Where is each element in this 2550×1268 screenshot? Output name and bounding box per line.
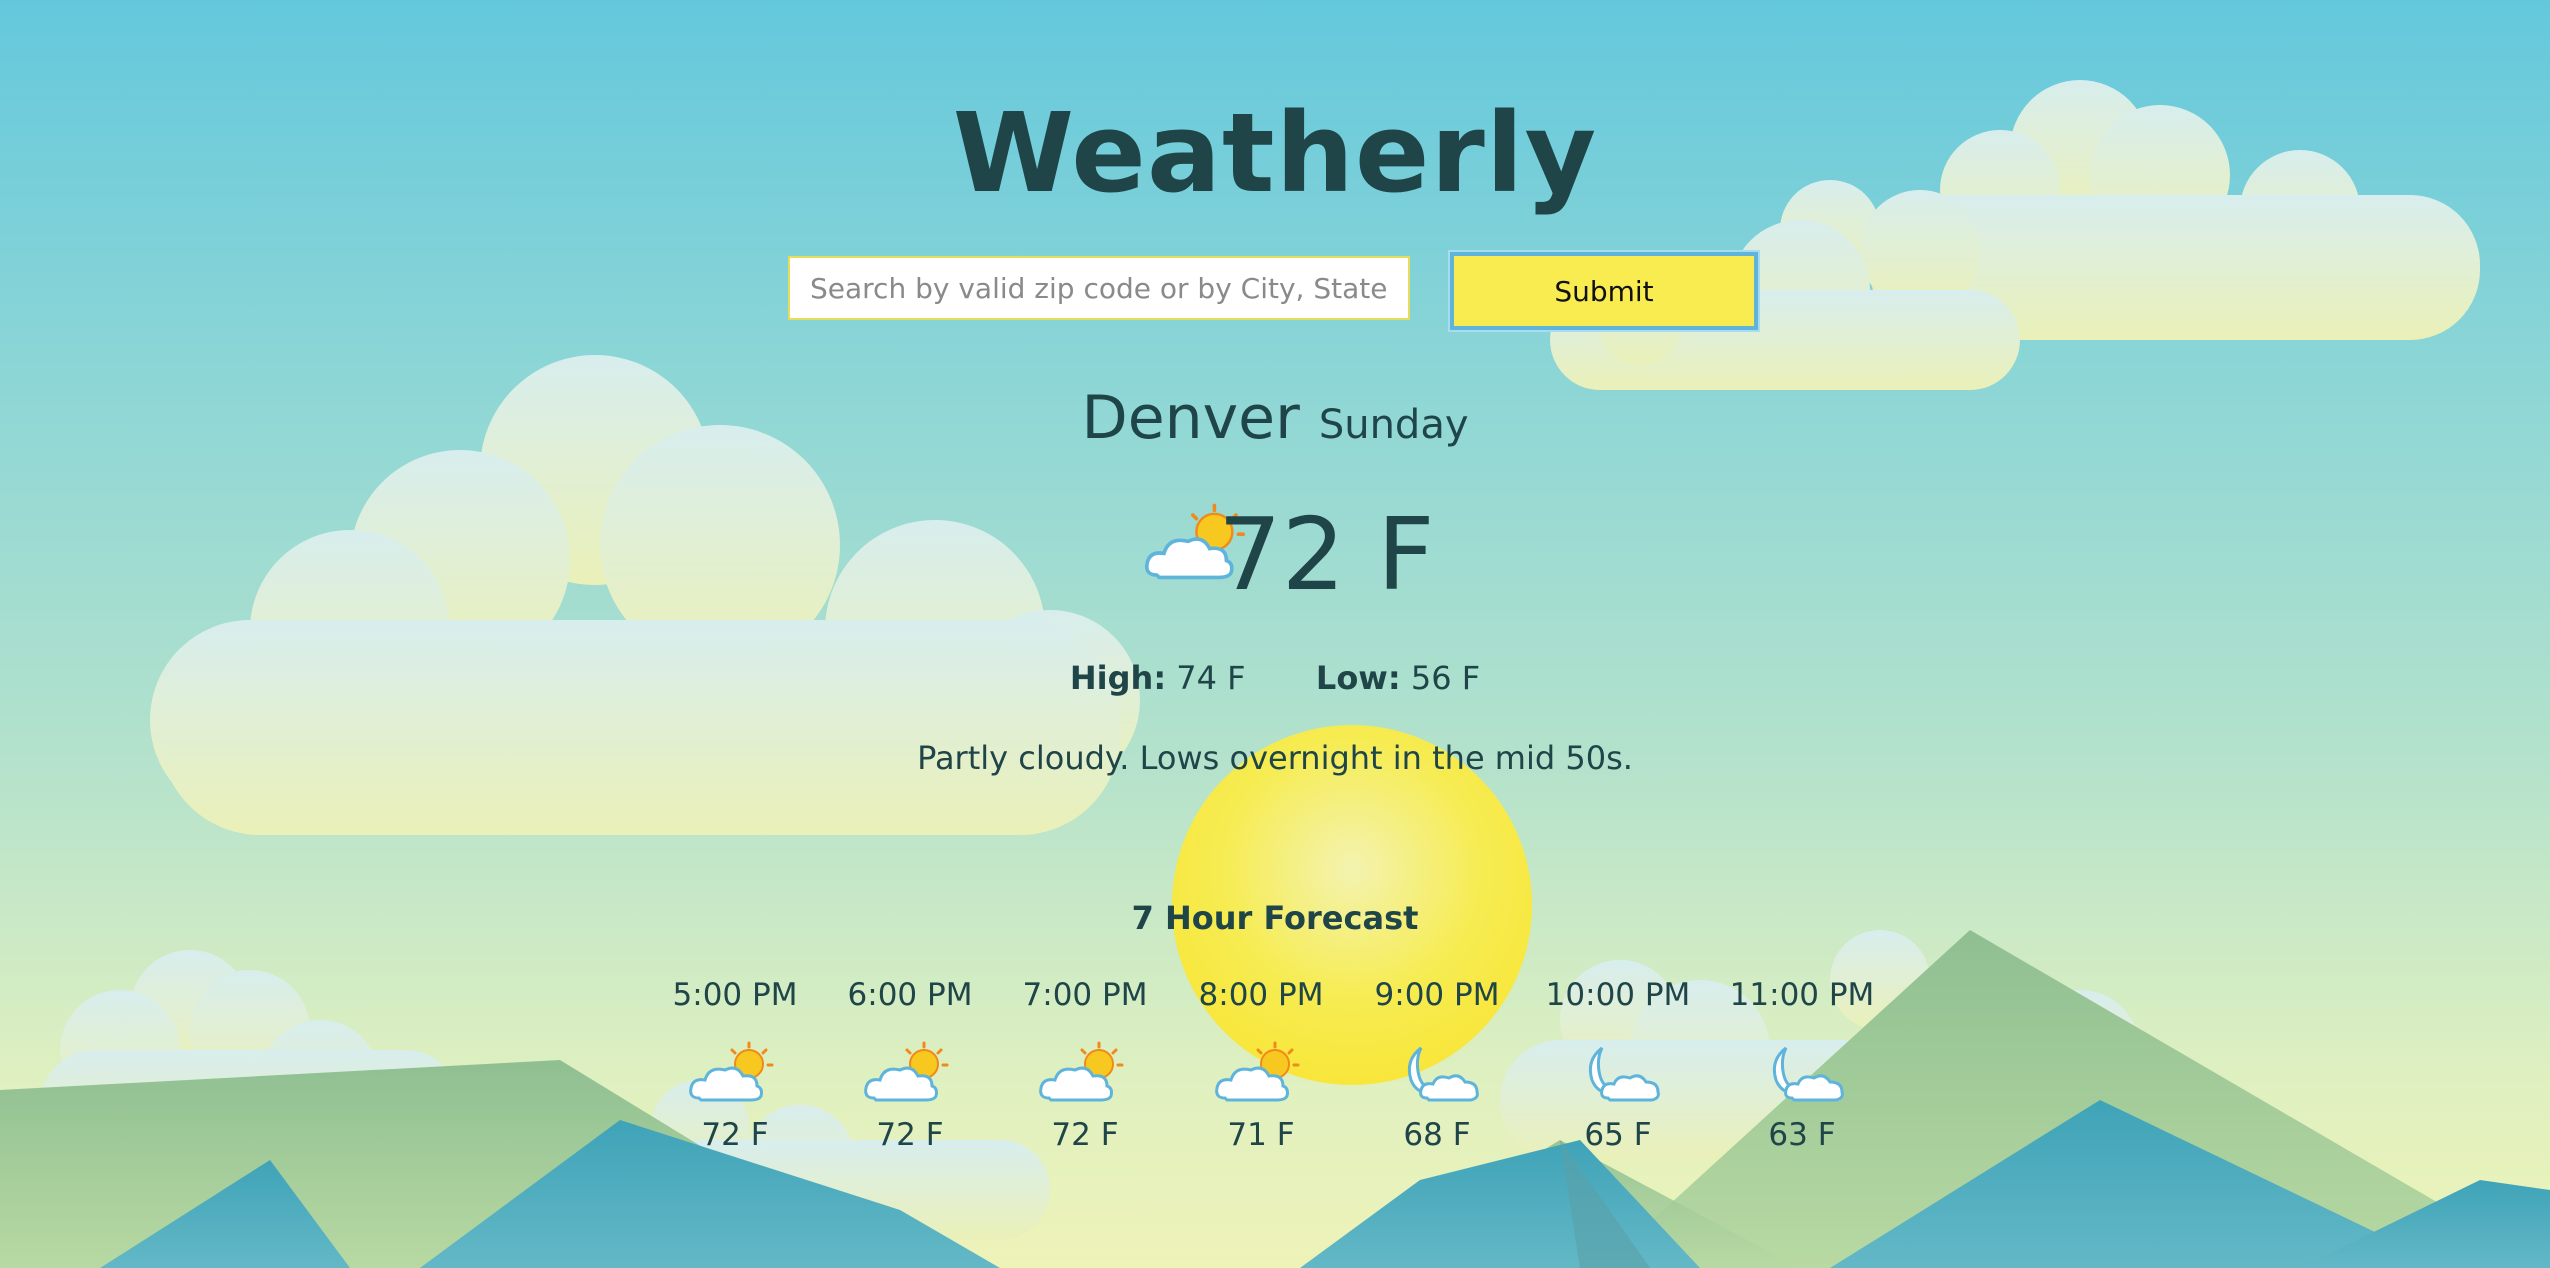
weather-app: Weatherly Submit Denver Sunday 72 F High… [0, 0, 2550, 1268]
app-title: Weatherly [952, 89, 1598, 217]
high-value: 74 F [1176, 659, 1246, 697]
forecast-temp: 72 F [701, 1117, 769, 1153]
location-line: Denver Sunday [0, 378, 2550, 473]
current-conditions: 72 F [1130, 490, 1450, 620]
forecast-item: 6:00 PM 72 F [825, 970, 995, 1158]
forecast-item: 7:00 PM 72 F [1000, 970, 1170, 1158]
forecast-temp: 71 F [1227, 1117, 1295, 1153]
high-label: High: [1069, 659, 1167, 697]
forecast-time: 5:00 PM [672, 977, 798, 1013]
partly-cloudy-night-icon [1407, 1046, 1479, 1102]
partly-cloudy-night-icon [1772, 1046, 1844, 1102]
forecast-item: 5:00 PM 72 F [650, 970, 820, 1158]
forecast-temp: 72 F [876, 1117, 944, 1153]
forecast-temp: 65 F [1584, 1117, 1652, 1153]
low-value: 56 F [1410, 659, 1481, 697]
forecast-time: 7:00 PM [1022, 977, 1148, 1013]
partly-cloudy-day-icon [1039, 1041, 1124, 1102]
forecast-time: 8:00 PM [1198, 977, 1324, 1013]
high-low-line: High: 74 F Low: 56 F [0, 656, 2550, 700]
forecast-item: 11:00 PM 63 F [1717, 970, 1887, 1158]
submit-button[interactable]: Submit [1450, 252, 1758, 330]
partly-cloudy-day-icon [864, 1041, 949, 1102]
weather-description: Partly cloudy. Lows overnight in the mid… [917, 739, 1633, 777]
forecast-item: 9:00 PM 68 F [1352, 970, 1522, 1158]
forecast-item: 8:00 PM 71 F [1176, 970, 1346, 1158]
forecast-temp: 72 F [1051, 1117, 1119, 1153]
forecast-time: 10:00 PM [1545, 977, 1691, 1013]
forecast-time: 6:00 PM [847, 977, 973, 1013]
partly-cloudy-night-icon [1588, 1046, 1660, 1102]
low-label: Low: [1315, 659, 1401, 697]
forecast-temp: 63 F [1768, 1117, 1836, 1153]
forecast-time: 11:00 PM [1729, 977, 1875, 1013]
forecast-temp: 68 F [1403, 1117, 1471, 1153]
partly-cloudy-day-icon [1215, 1041, 1300, 1102]
current-temperature: 72 F [1218, 496, 1435, 613]
city-name: Denver [1081, 383, 1300, 453]
partly-cloudy-day-icon [689, 1041, 774, 1102]
search-input[interactable] [788, 256, 1410, 320]
forecast-item: 10:00 PM 65 F [1533, 970, 1703, 1158]
day-name: Sunday [1318, 402, 1469, 448]
forecast-time: 9:00 PM [1374, 977, 1500, 1013]
forecast-title: 7 Hour Forecast [1131, 899, 1419, 937]
